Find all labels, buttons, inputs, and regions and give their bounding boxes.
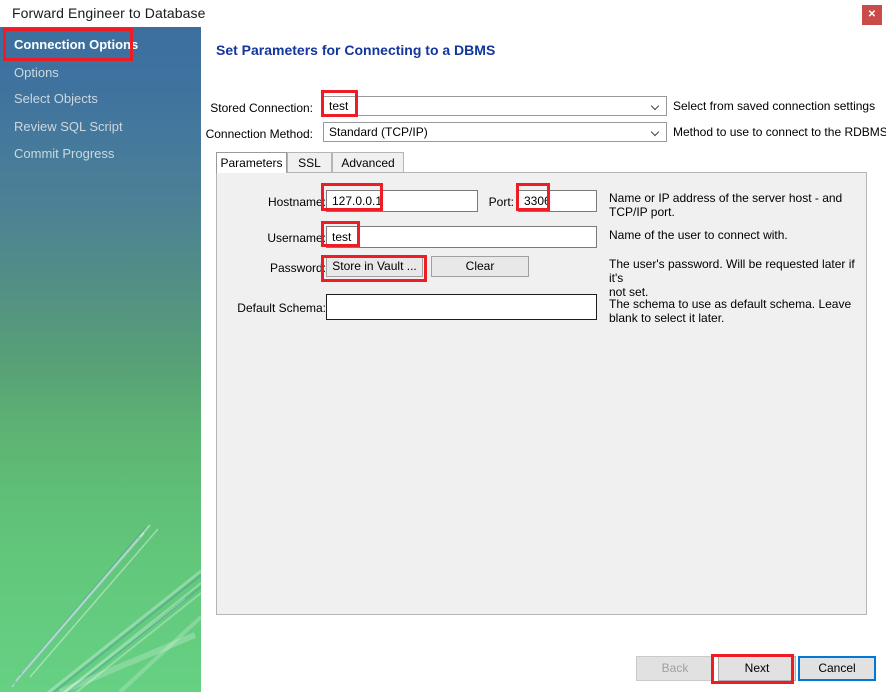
hostname-help-line1: Name or IP address of the server host - … [609,191,843,205]
connection-method-select[interactable]: Standard (TCP/IP) [323,122,667,142]
main-content: Set Parameters for Connecting to a DBMS … [201,27,886,692]
hostname-help-line2: TCP/IP port. [609,205,675,219]
next-button[interactable]: Next [718,656,796,681]
tab-parameters[interactable]: Parameters [216,152,287,173]
username-value: test [332,230,352,244]
username-label: Username: [267,231,326,245]
parameters-tab-panel: Hostname: 127.0.0.1 Port: 3306 Name or I… [216,172,867,615]
connection-method-label: Connection Method: [205,127,313,141]
username-help: Name of the user to connect with. [609,228,788,242]
close-icon[interactable]: ✕ [862,5,882,25]
tab-advanced[interactable]: Advanced [332,152,404,173]
window-titlebar: Forward Engineer to Database ✕ [0,0,886,28]
stored-connection-value: test [329,99,349,113]
tab-ssl[interactable]: SSL [287,152,332,173]
port-input[interactable]: 3306 [518,190,597,212]
tab-strip: Parameters SSL Advanced [216,152,867,173]
store-in-vault-button[interactable]: Store in Vault ... [326,256,423,277]
default-schema-help: The schema to use as default schema. Lea… [609,297,859,325]
wizard-sidebar: Connection Options Options Select Object… [0,27,201,692]
stored-connection-help: Select from saved connection settings [673,99,876,113]
hostname-label: Hostname: [267,195,326,209]
default-schema-help-line2: blank to select it later. [609,311,725,325]
sidebar-item-options[interactable]: Options [14,65,59,80]
default-schema-label: Default Schema: [237,301,326,315]
password-help: The user's password. Will be requested l… [609,257,864,299]
default-schema-input[interactable] [326,294,597,320]
connection-method-help: Method to use to connect to the RDBMS [673,125,886,139]
port-label: Port: [488,195,514,209]
username-input[interactable]: test [326,226,597,248]
window-title: Forward Engineer to Database [12,5,206,21]
hostname-help: Name or IP address of the server host - … [609,191,859,219]
sidebar-item-select-objects[interactable]: Select Objects [14,91,98,106]
hostname-value: 127.0.0.1 [332,194,383,208]
stored-connection-select[interactable]: test [323,96,667,116]
port-value: 3306 [524,194,551,208]
clear-password-button[interactable]: Clear [431,256,529,277]
password-help-line1: The user's password. Will be requested l… [609,257,855,285]
page-title: Set Parameters for Connecting to a DBMS [216,42,496,58]
sidebar-item-commit-progress[interactable]: Commit Progress [14,146,114,161]
stored-connection-label: Stored Connection: [210,101,313,115]
chevron-down-icon [652,129,660,137]
default-schema-help-line1: The schema to use as default schema. Lea… [609,297,852,311]
sidebar-item-review-sql-script[interactable]: Review SQL Script [14,119,123,134]
chevron-down-icon [652,103,660,111]
connection-method-value: Standard (TCP/IP) [329,125,428,139]
cancel-button[interactable]: Cancel [798,656,876,681]
hostname-input[interactable]: 127.0.0.1 [326,190,478,212]
password-label: Password: [269,261,326,275]
sidebar-item-connection-options[interactable]: Connection Options [14,37,138,52]
back-button[interactable]: Back [636,656,714,681]
